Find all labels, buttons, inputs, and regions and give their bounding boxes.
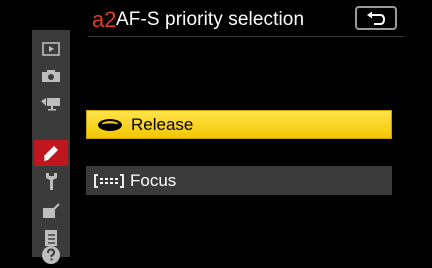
- menu-screen: a2 AF-S priority selection Release Focus: [0, 0, 432, 264]
- tab-custom-settings[interactable]: [34, 140, 68, 166]
- return-arrow-icon: [367, 11, 386, 25]
- retouch-icon: [43, 203, 60, 218]
- menu-tab-strip: [32, 30, 70, 264]
- back-button[interactable]: [355, 6, 397, 30]
- camera-icon: [42, 70, 60, 82]
- tab-retouch[interactable]: [36, 198, 66, 224]
- option-label: Release: [131, 115, 194, 134]
- tab-help[interactable]: [36, 242, 66, 268]
- release-icon: [95, 118, 125, 132]
- tab-movie-shooting[interactable]: [36, 90, 66, 116]
- focus-icon: [94, 173, 124, 188]
- tab-playback[interactable]: [36, 36, 66, 62]
- option-label: Focus: [130, 171, 177, 190]
- help-icon: [42, 246, 60, 264]
- page-title: AF-S priority selection: [116, 9, 305, 30]
- tab-setup[interactable]: [36, 168, 66, 194]
- pencil-icon: [44, 146, 58, 161]
- playback-icon: [42, 42, 60, 56]
- header-divider: [88, 36, 404, 37]
- option-release[interactable]: Release: [86, 110, 392, 139]
- tab-photo-shooting[interactable]: [36, 63, 66, 89]
- option-focus[interactable]: Focus: [86, 166, 392, 195]
- movie-camera-icon: [41, 98, 60, 111]
- wrench-icon: [46, 173, 57, 190]
- setting-code: a2: [92, 7, 117, 32]
